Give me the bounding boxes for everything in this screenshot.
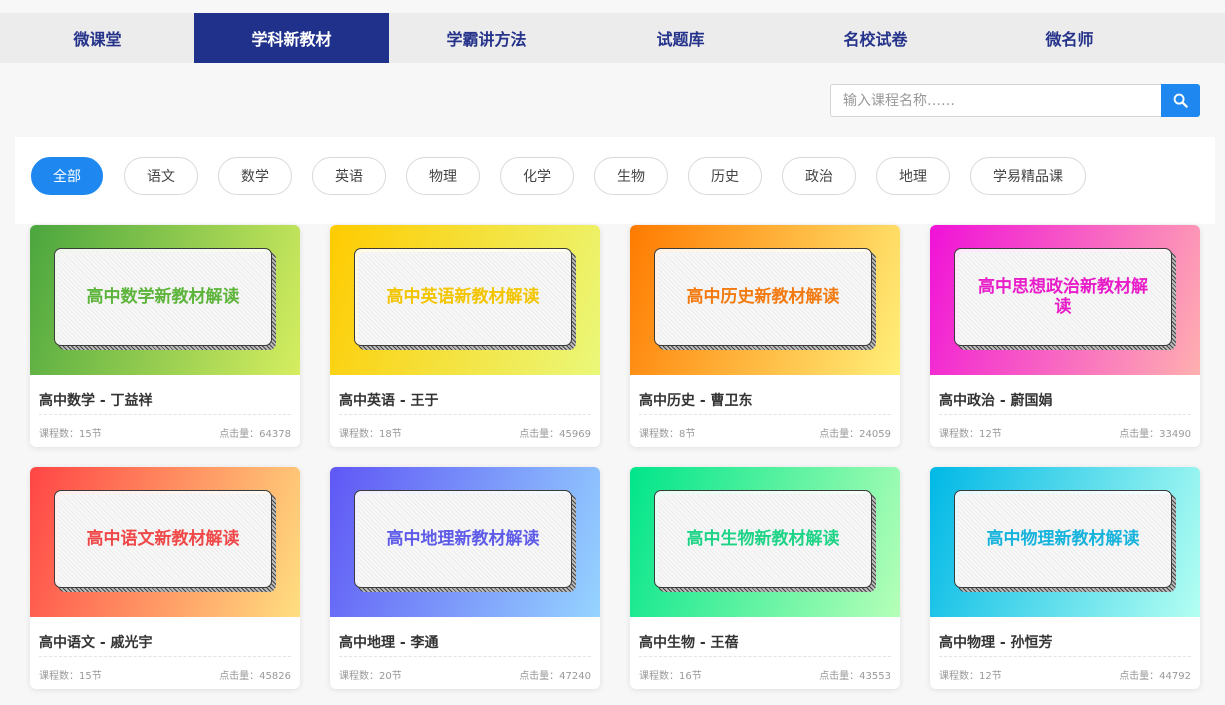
filter-chinese[interactable]: 语文 <box>124 157 198 195</box>
card-title[interactable]: 高中地理 - 李通 <box>339 632 439 652</box>
filter-history[interactable]: 历史 <box>688 157 762 195</box>
card-divider <box>639 414 891 415</box>
tab-school-papers[interactable]: 名校试卷 <box>778 13 973 63</box>
tab-new-textbooks[interactable]: 学科新教材 <box>194 13 389 63</box>
course-card[interactable]: 高中地理新教材解读 高中地理 - 李通 课程数：20节 点击量：47240 <box>330 467 600 689</box>
filter-politics[interactable]: 政治 <box>782 157 856 195</box>
lesson-count: 课程数：15节 <box>39 429 102 440</box>
course-card[interactable]: 高中思想政治新教材解读 高中政治 - 蔚国娟 课程数：12节 点击量：33490 <box>930 225 1200 447</box>
banner-title: 高中语文新教材解读 <box>54 490 272 588</box>
course-card[interactable]: 高中物理新教材解读 高中物理 - 孙恒芳 课程数：12节 点击量：44792 <box>930 467 1200 689</box>
card-title[interactable]: 高中生物 - 王蓓 <box>639 632 739 652</box>
card-divider <box>39 656 291 657</box>
filter-english[interactable]: 英语 <box>312 157 386 195</box>
lesson-count: 课程数：18节 <box>339 429 402 440</box>
card-divider <box>939 656 1191 657</box>
banner-title: 高中思想政治新教材解读 <box>954 248 1172 346</box>
card-title[interactable]: 高中语文 - 戚光宇 <box>39 632 153 652</box>
course-card[interactable]: 高中语文新教材解读 高中语文 - 戚光宇 课程数：15节 点击量：45826 <box>30 467 300 689</box>
tab-study-methods[interactable]: 学霸讲方法 <box>389 13 584 63</box>
lesson-count: 课程数：20节 <box>339 671 402 682</box>
banner-title: 高中地理新教材解读 <box>354 490 572 588</box>
card-title[interactable]: 高中英语 - 王于 <box>339 390 439 410</box>
banner-title: 高中英语新教材解读 <box>354 248 572 346</box>
card-title[interactable]: 高中政治 - 蔚国娟 <box>939 390 1053 410</box>
click-count: 点击量：47240 <box>519 671 591 682</box>
search-bar <box>830 84 1200 117</box>
click-count: 点击量：43553 <box>819 671 891 682</box>
banner-title: 高中生物新教材解读 <box>654 490 872 588</box>
click-count: 点击量：64378 <box>219 429 291 440</box>
click-count: 点击量：44792 <box>1119 671 1191 682</box>
card-title[interactable]: 高中物理 - 孙恒芳 <box>939 632 1053 652</box>
top-nav: 微课堂 学科新教材 学霸讲方法 试题库 名校试卷 微名师 <box>0 13 1225 63</box>
card-divider <box>939 414 1191 415</box>
filter-all[interactable]: 全部 <box>31 157 103 195</box>
card-divider <box>639 656 891 657</box>
lesson-count: 课程数：15节 <box>39 671 102 682</box>
course-card[interactable]: 高中生物新教材解读 高中生物 - 王蓓 课程数：16节 点击量：43553 <box>630 467 900 689</box>
card-title[interactable]: 高中数学 - 丁益祥 <box>39 390 153 410</box>
filter-physics[interactable]: 物理 <box>406 157 480 195</box>
course-card[interactable]: 高中数学新教材解读 高中数学 - 丁益祥 课程数：15节 点击量：64378 <box>30 225 300 447</box>
filter-math[interactable]: 数学 <box>218 157 292 195</box>
lesson-count: 课程数：8节 <box>639 429 696 440</box>
search-icon <box>1173 93 1188 108</box>
filter-chemistry[interactable]: 化学 <box>500 157 574 195</box>
course-card[interactable]: 高中历史新教材解读 高中历史 - 曹卫东 课程数：8节 点击量：24059 <box>630 225 900 447</box>
filter-geography[interactable]: 地理 <box>876 157 950 195</box>
tab-micro-class[interactable]: 微课堂 <box>0 13 195 63</box>
tab-famous-teachers[interactable]: 微名师 <box>972 13 1167 63</box>
search-button[interactable] <box>1161 84 1200 117</box>
card-divider <box>339 656 591 657</box>
search-input[interactable] <box>830 84 1161 117</box>
lesson-count: 课程数：12节 <box>939 429 1002 440</box>
click-count: 点击量：45969 <box>519 429 591 440</box>
lesson-count: 课程数：16节 <box>639 671 702 682</box>
filter-biology[interactable]: 生物 <box>594 157 668 195</box>
card-divider <box>339 414 591 415</box>
card-divider <box>39 414 291 415</box>
lesson-count: 课程数：12节 <box>939 671 1002 682</box>
tab-question-bank[interactable]: 试题库 <box>583 13 778 63</box>
course-card[interactable]: 高中英语新教材解读 高中英语 - 王于 课程数：18节 点击量：45969 <box>330 225 600 447</box>
filter-premium-courses[interactable]: 学易精品课 <box>970 157 1086 195</box>
click-count: 点击量：33490 <box>1119 429 1191 440</box>
click-count: 点击量：45826 <box>219 671 291 682</box>
click-count: 点击量：24059 <box>819 429 891 440</box>
banner-title: 高中历史新教材解读 <box>654 248 872 346</box>
subject-filter: 全部 语文 数学 英语 物理 化学 生物 历史 政治 地理 学易精品课 <box>15 137 1215 224</box>
card-title[interactable]: 高中历史 - 曹卫东 <box>639 390 753 410</box>
banner-title: 高中物理新教材解读 <box>954 490 1172 588</box>
banner-title: 高中数学新教材解读 <box>54 248 272 346</box>
